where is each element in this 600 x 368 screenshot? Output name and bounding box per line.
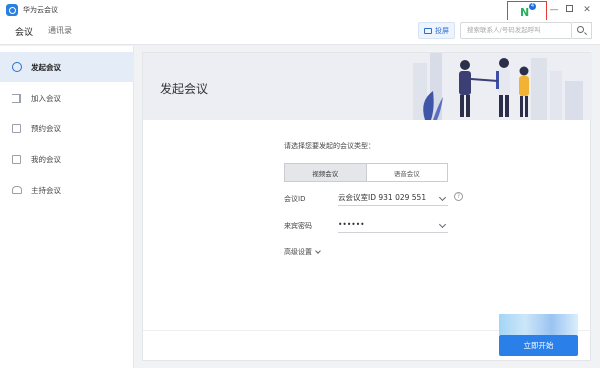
app-window: 华为云会议 N 4 — ✕ 会议 通讯录 投屏 搜索联系人/号码发起呼叫 发起会… — [0, 0, 600, 368]
screen-cast-icon — [424, 27, 432, 34]
maximize-button[interactable] — [563, 4, 575, 16]
chevron-down-icon — [438, 193, 447, 202]
sidebar-item-start-meeting[interactable]: 发起会议 — [0, 52, 134, 82]
meeting-id-label: 会议ID — [284, 195, 306, 203]
sidebar-item-label: 预约会议 — [31, 123, 61, 133]
maximize-icon — [565, 5, 573, 12]
sidebar-item-host-meeting[interactable]: 主持会议 — [0, 175, 134, 205]
app-logo-icon — [6, 4, 18, 16]
panel-title: 发起会议 — [160, 82, 209, 96]
advanced-settings-toggle[interactable]: 高级设置 — [284, 247, 321, 257]
cast-button[interactable]: 投屏 — [418, 22, 455, 39]
tab-contacts[interactable]: 通讯录 — [48, 25, 72, 36]
sidebar-item-label: 我的会议 — [31, 154, 61, 164]
meeting-id-select[interactable]: 云会议室ID 931 029 551 — [338, 191, 448, 206]
title-bar: 华为云会议 N 4 — ✕ — [0, 0, 600, 23]
sidebar-item-label: 主持会议 — [31, 185, 61, 195]
meeting-type-prompt: 请选择您要发起的会议类型： — [284, 142, 375, 150]
advanced-settings-label: 高级设置 — [284, 248, 312, 256]
chevron-down-icon — [438, 220, 447, 229]
sidebar-item-label: 加入会议 — [31, 93, 61, 103]
sidebar-item-join-meeting[interactable]: 加入会议 — [0, 83, 134, 113]
window-title: 华为云会议 — [23, 6, 58, 14]
search-icon — [577, 26, 584, 33]
sidebar-item-label: 发起会议 — [31, 62, 61, 72]
sidebar-item-schedule-meeting[interactable]: 预约会议 — [0, 113, 134, 143]
meeting-id-value: 云会议室ID 931 029 551 — [338, 193, 427, 202]
close-button[interactable]: ✕ — [581, 4, 593, 16]
video-meeting-option[interactable]: 视频会议 — [285, 164, 366, 181]
top-toolbar: 会议 通讯录 投屏 搜索联系人/号码发起呼叫 — [0, 20, 600, 45]
sidebar: 发起会议 加入会议 预约会议 我的会议 主持会议 — [0, 46, 134, 368]
tab-meeting[interactable]: 会议 — [15, 25, 33, 38]
voice-meeting-option[interactable]: 语音会议 — [365, 164, 447, 181]
banner: 发起会议 — [143, 53, 592, 120]
help-icon[interactable]: ? — [454, 192, 463, 201]
extension-badge: 4 — [529, 3, 536, 10]
search-button[interactable] — [572, 22, 592, 39]
chevron-down-icon — [315, 248, 321, 254]
pixelated-overlay — [499, 314, 578, 335]
list-icon — [11, 154, 22, 165]
start-now-button[interactable]: 立即开始 — [499, 335, 578, 356]
guest-password-label: 来宾密码 — [284, 222, 312, 230]
cast-button-label: 投屏 — [435, 26, 449, 35]
sidebar-item-my-meetings[interactable]: 我的会议 — [0, 144, 134, 174]
minimize-button[interactable]: — — [548, 4, 560, 16]
guest-password-field[interactable]: •••••• — [338, 218, 448, 233]
people-icon — [11, 185, 22, 196]
phone-icon — [11, 62, 22, 73]
guest-password-value: •••••• — [338, 220, 365, 229]
join-icon — [11, 93, 22, 104]
banner-illustration — [413, 53, 583, 120]
meeting-type-selector: 视频会议 语音会议 — [284, 163, 448, 182]
search-input[interactable]: 搜索联系人/号码发起呼叫 — [460, 22, 572, 39]
calendar-icon — [11, 123, 22, 134]
extension-n-icon[interactable]: N — [520, 6, 529, 19]
